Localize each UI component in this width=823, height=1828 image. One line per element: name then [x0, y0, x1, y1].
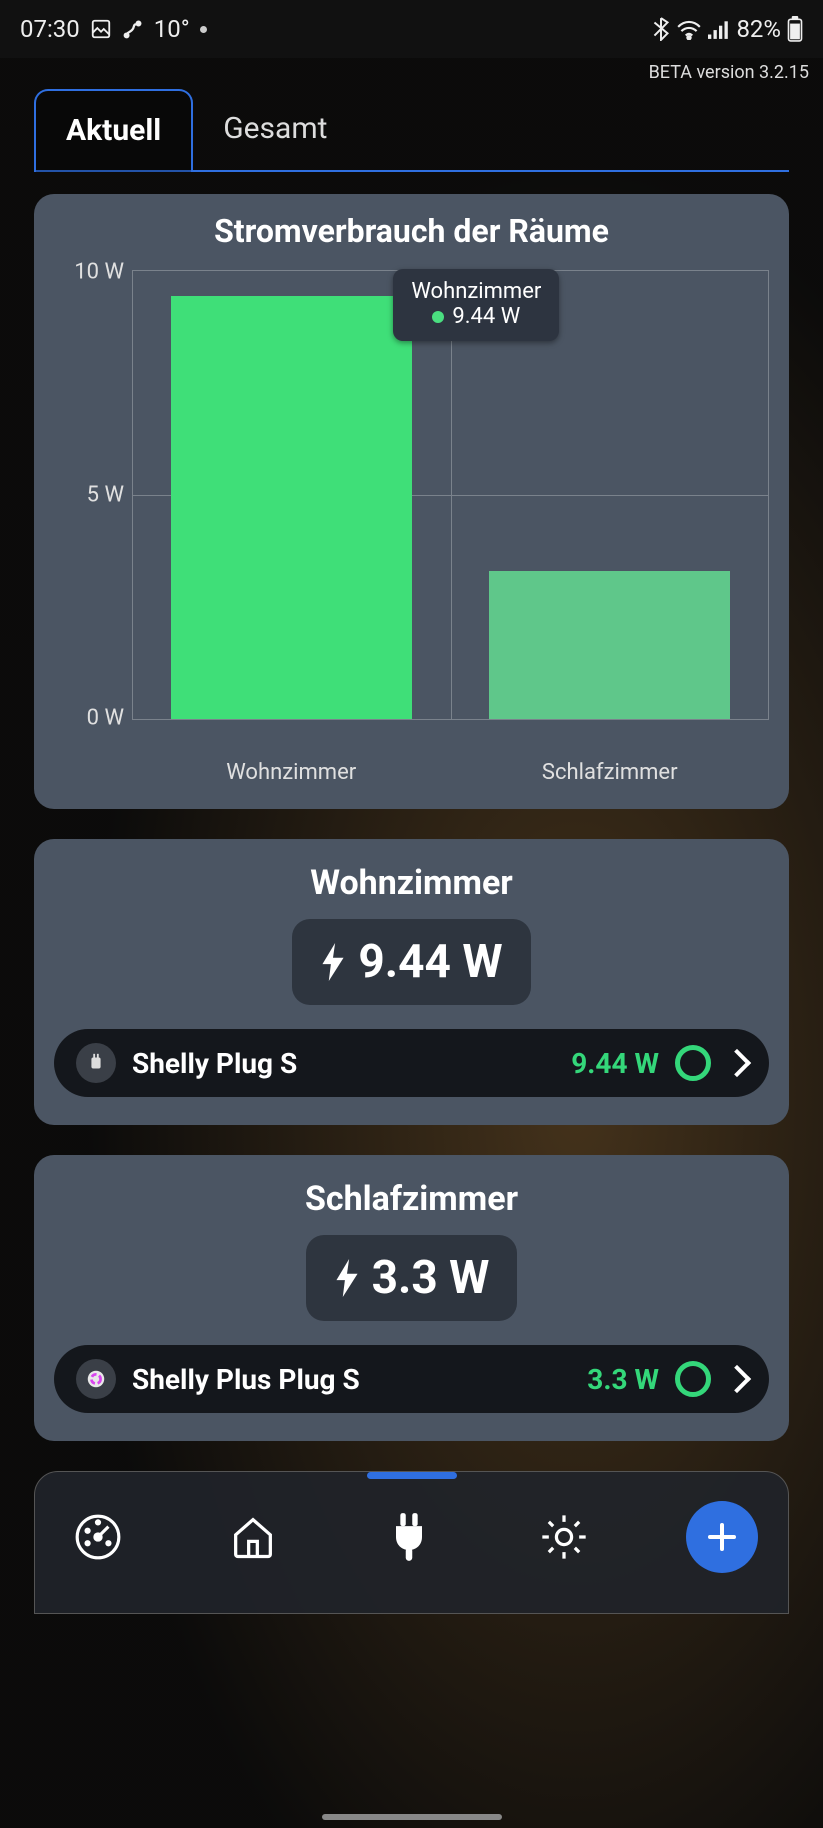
plug-icon [76, 1043, 116, 1083]
device-power: 9.44 W [571, 1047, 659, 1080]
y-tick: 5 W [87, 483, 124, 508]
bottom-nav [34, 1471, 789, 1614]
x-label: Schlafzimmer [451, 760, 770, 785]
signal-icon [708, 19, 730, 39]
room-total-value: 3.3 W [372, 1251, 490, 1305]
beta-version-label: BETA version 3.2.15 [0, 58, 823, 83]
route-icon [122, 18, 144, 40]
nav-dashboard-button[interactable] [65, 1504, 131, 1570]
gear-icon [538, 1511, 590, 1563]
room-card-schlafzimmer: Schlafzimmer 3.3 W Shelly Plus Plug S 3.… [34, 1155, 789, 1441]
status-dot-icon [200, 26, 207, 33]
bolt-icon [334, 1259, 360, 1297]
chart-card: Stromverbrauch der Räume 10 W 5 W 0 W Wo… [34, 194, 789, 809]
bluetooth-icon [652, 17, 670, 41]
nav-power-button[interactable] [376, 1504, 442, 1570]
nav-settings-button[interactable] [531, 1504, 597, 1570]
room-card-wohnzimmer: Wohnzimmer 9.44 W Shelly Plug S 9.44 W [34, 839, 789, 1125]
chart-area[interactable]: 10 W 5 W 0 W Wohnzimmer 9.44 W [54, 260, 769, 760]
bolt-icon [320, 943, 346, 981]
room-title: Schlafzimmer [54, 1179, 769, 1219]
plug-nav-icon [385, 1511, 433, 1563]
tooltip-dot-icon [432, 311, 444, 323]
chart-title: Stromverbrauch der Räume [54, 212, 769, 250]
tooltip-label: Wohnzimmer [411, 279, 541, 304]
x-label: Wohnzimmer [132, 760, 451, 785]
room-total-value: 9.44 W [358, 935, 502, 989]
bar-wohnzimmer[interactable] [171, 296, 412, 719]
wifi-icon [676, 18, 702, 40]
battery-icon [787, 16, 803, 42]
home-icon [227, 1511, 279, 1563]
gallery-icon [90, 18, 112, 40]
device-name: Shelly Plug S [132, 1047, 555, 1080]
nav-home-button[interactable] [220, 1504, 286, 1570]
plus-icon [704, 1519, 740, 1555]
plug-icon [76, 1359, 116, 1399]
status-battery-pct: 82% [736, 15, 781, 43]
chart-plot: Wohnzimmer 9.44 W [132, 270, 769, 720]
tab-gesamt[interactable]: Gesamt [193, 89, 357, 170]
tooltip-value: 9.44 W [452, 304, 520, 329]
room-title: Wohnzimmer [54, 863, 769, 903]
room-total-badge: 9.44 W [292, 919, 530, 1005]
tabs: Aktuell Gesamt [34, 89, 789, 172]
bar-schlafzimmer[interactable] [489, 571, 730, 719]
tab-aktuell[interactable]: Aktuell [34, 89, 193, 172]
chevron-right-icon [723, 1049, 751, 1077]
device-power: 3.3 W [587, 1363, 659, 1396]
device-status-ring[interactable] [675, 1361, 711, 1397]
status-bar: 07:30 10° 82% [0, 0, 823, 58]
y-tick: 10 W [74, 260, 124, 285]
y-tick: 0 W [87, 706, 124, 731]
chevron-right-icon [723, 1365, 751, 1393]
status-temp: 10° [154, 15, 190, 43]
device-status-ring[interactable] [675, 1045, 711, 1081]
device-name: Shelly Plus Plug S [132, 1363, 571, 1396]
chart-tooltip: Wohnzimmer 9.44 W [393, 269, 559, 341]
device-row[interactable]: Shelly Plus Plug S 3.3 W [54, 1345, 769, 1413]
status-time: 07:30 [20, 15, 80, 43]
home-indicator[interactable] [322, 1814, 502, 1820]
room-total-badge: 3.3 W [306, 1235, 518, 1321]
nav-drag-indicator[interactable] [367, 1472, 457, 1479]
nav-add-button[interactable] [686, 1501, 758, 1573]
device-row[interactable]: Shelly Plug S 9.44 W [54, 1029, 769, 1097]
gauge-icon [73, 1512, 123, 1562]
